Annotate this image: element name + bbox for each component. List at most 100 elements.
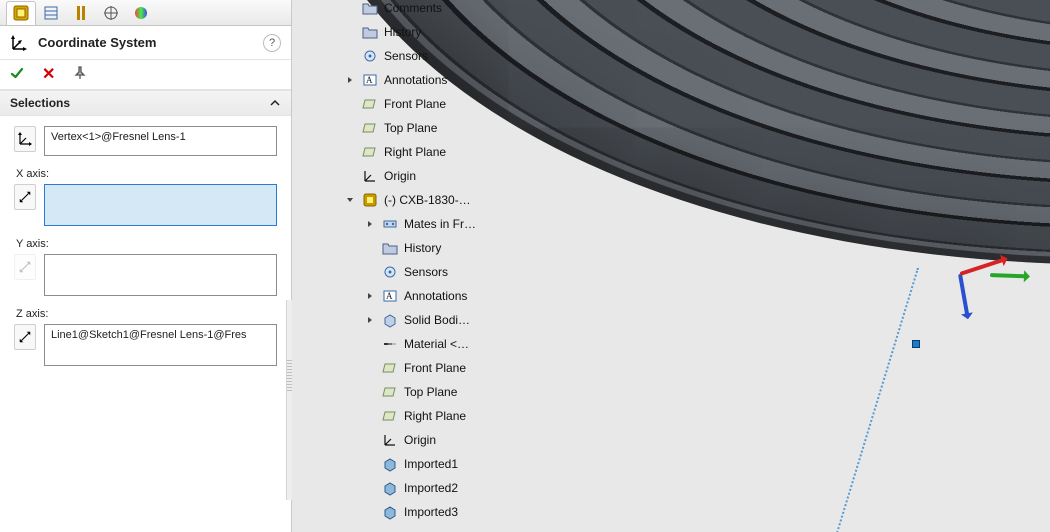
x-axis-flip-button[interactable] [14,184,36,210]
tree-node[interactable]: History [344,236,476,260]
tree-node[interactable]: A Annotations [344,284,476,308]
tree-node-label: Material <… [404,337,469,351]
property-title: Coordinate System [38,35,253,50]
tree-expander-icon[interactable] [344,26,356,38]
origin-field-row: Vertex<1>@Fresnel Lens-1 [14,126,277,156]
tree-expander-icon[interactable] [364,458,376,470]
tree-node[interactable]: Sensors [344,260,476,284]
z-axis-flip-button[interactable] [14,324,36,350]
tree-expander-icon[interactable] [364,434,376,446]
tree-node[interactable]: Imported3 [344,500,476,524]
tree-part-icon [362,192,378,208]
tree-expander-icon[interactable] [364,218,376,230]
tree-node[interactable]: Mates in Fr… [344,212,476,236]
tree-node-label: Right Plane [384,145,446,159]
tree-node[interactable]: History [344,20,476,44]
pin-button[interactable] [73,66,87,83]
y-axis-label: Y axis: [16,238,277,250]
tree-expander-icon[interactable] [344,194,356,206]
cancel-button[interactable]: ✕ [42,67,55,83]
property-manager-panel: Coordinate System ? ✕ Selections Vertex<… [0,0,292,532]
tree-expander-icon[interactable] [364,290,376,302]
y-axis-selection-box[interactable] [44,254,277,296]
triad-y-axis[interactable] [990,273,1028,278]
tree-node-label: (-) CXB-1830-… [384,193,471,207]
tree-expander-icon[interactable] [364,410,376,422]
ok-button[interactable] [10,66,24,83]
panel-tab-strip [0,0,291,26]
tab-property-manager[interactable] [36,1,66,25]
tree-expander-icon[interactable] [344,122,356,134]
tree-node[interactable]: Comments [344,0,476,20]
tree-node-label: Imported2 [404,481,458,495]
tree-node[interactable]: AAnnotations [344,68,476,92]
tree-expander-icon[interactable] [364,506,376,518]
tree-plane-icon [362,120,378,136]
tree-node[interactable]: Right Plane [344,404,476,428]
tree-plane-icon [362,144,378,160]
tree-node[interactable]: Imported1 [344,452,476,476]
tree-node[interactable]: Top Plane [344,116,476,140]
y-axis-flip-button[interactable] [14,254,36,280]
tree-solid-icon [382,312,398,328]
tree-node[interactable]: Origin [344,428,476,452]
tree-folder-icon [382,240,398,256]
tree-expander-icon[interactable] [344,50,356,62]
tree-node[interactable]: Sensors [344,44,476,68]
tree-plane-icon [362,96,378,112]
origin-selection-box[interactable]: Vertex<1>@Fresnel Lens-1 [44,126,277,156]
tree-import-icon [382,456,398,472]
x-axis-selection-box[interactable] [44,184,277,226]
tree-expander-icon[interactable] [364,482,376,494]
svg-text:A: A [386,291,393,301]
selections-section-header[interactable]: Selections [0,90,291,116]
tree-node-label: Origin [404,433,436,447]
tree-origin-icon [382,432,398,448]
tree-node[interactable]: Imported2 [344,476,476,500]
tab-feature-manager[interactable] [6,1,36,25]
selection-point-handle[interactable] [912,340,920,348]
tree-node-label: Front Plane [404,361,466,375]
origin-pick-icon[interactable] [14,126,36,152]
coordinate-system-icon [10,34,28,52]
tab-configuration-manager[interactable] [66,1,96,25]
z-axis-selection-box[interactable]: Line1@Sketch1@Fresnel Lens-1@Fres [44,324,277,366]
graphics-viewport[interactable]: CommentsHistorySensorsAAnnotationsFront … [292,0,1050,532]
tree-node-label: Origin [384,169,416,183]
tree-node[interactable]: Top Plane [344,380,476,404]
construction-line [800,268,919,532]
tree-sensor-icon [362,48,378,64]
help-button[interactable]: ? [263,34,281,52]
tree-expander-icon[interactable] [364,338,376,350]
tree-expander-icon[interactable] [364,362,376,374]
tree-node-label: Right Plane [404,409,466,423]
chevron-up-icon [269,97,281,109]
tree-node[interactable]: Origin [344,164,476,188]
tree-node[interactable]: Front Plane [344,92,476,116]
tree-expander-icon[interactable] [364,314,376,326]
tree-expander-icon[interactable] [364,242,376,254]
tree-node-label: Sensors [384,49,428,63]
tree-node[interactable]: Solid Bodi… [344,308,476,332]
tree-node[interactable]: Right Plane [344,140,476,164]
tab-dimxpert[interactable] [96,1,126,25]
tree-expander-icon[interactable] [344,98,356,110]
coordinate-triad[interactable] [960,232,1040,312]
triad-z-axis[interactable] [958,274,970,318]
tree-folder-icon [362,0,378,16]
tree-node[interactable]: Front Plane [344,356,476,380]
tab-display-manager[interactable] [126,1,156,25]
tree-node[interactable]: (-) CXB-1830-… [344,188,476,212]
tree-expander-icon[interactable] [344,2,356,14]
tree-expander-icon[interactable] [364,386,376,398]
tree-plane-icon [382,384,398,400]
tree-node-label: Annotations [404,289,467,303]
tree-node[interactable]: Material <… [344,332,476,356]
svg-text:A: A [366,75,373,85]
tree-expander-icon[interactable] [344,170,356,182]
tree-expander-icon[interactable] [344,74,356,86]
tree-node-label: Sensors [404,265,448,279]
tree-expander-icon[interactable] [344,146,356,158]
tree-expander-icon[interactable] [364,266,376,278]
tree-annot-icon: A [382,288,398,304]
